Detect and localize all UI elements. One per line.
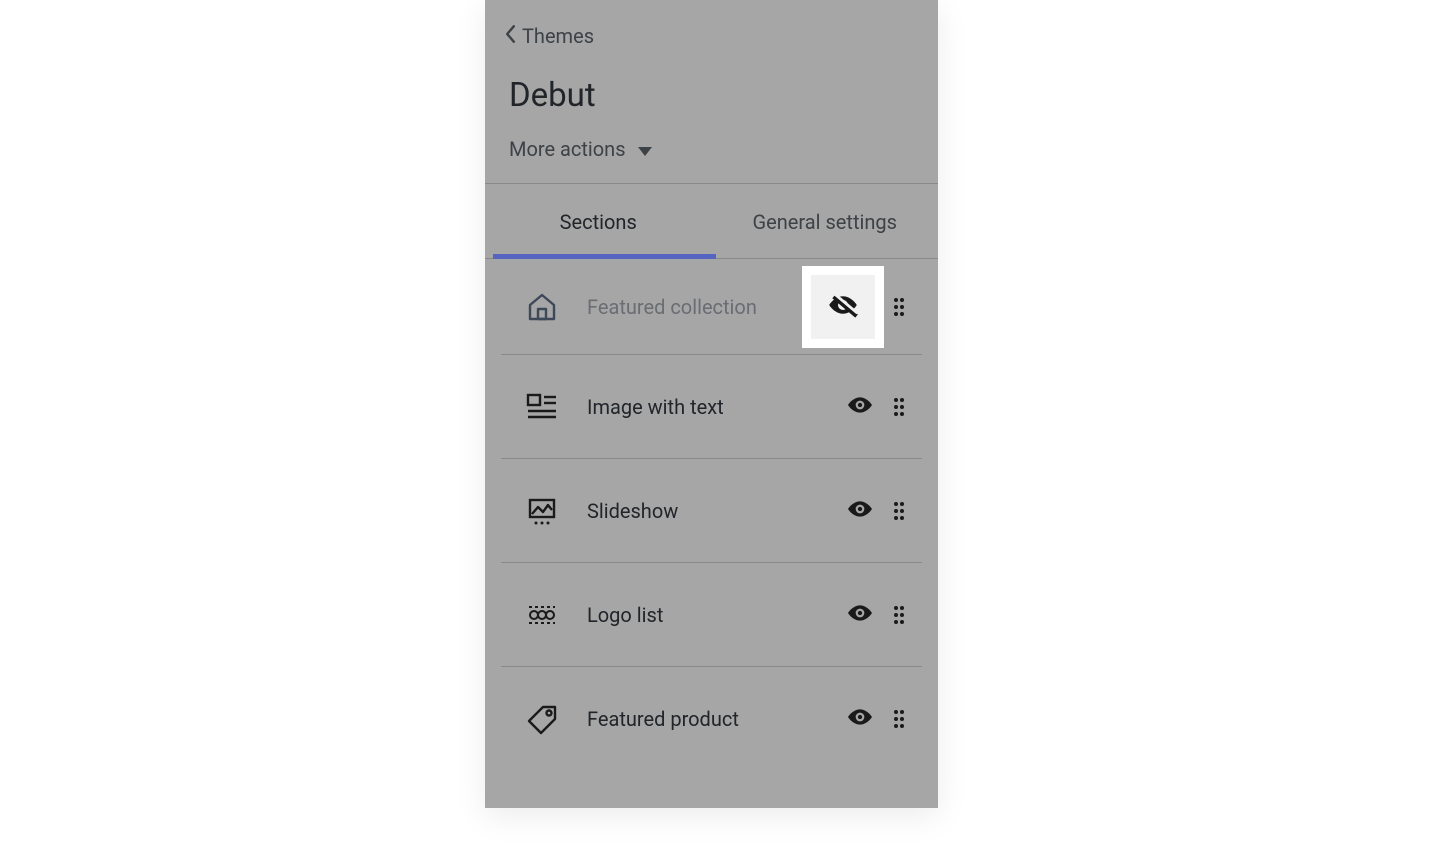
hide-section-button[interactable] — [802, 266, 884, 348]
eye-icon — [847, 496, 873, 526]
eye-icon — [847, 600, 873, 630]
tab-general-settings[interactable]: General settings — [712, 184, 939, 258]
panel-header: Themes Debut More actions — [485, 0, 938, 183]
image-text-icon — [525, 390, 559, 424]
theme-editor-panel: Themes Debut More actions Sections Gener… — [485, 0, 938, 808]
back-label: Themes — [522, 24, 594, 48]
section-row-featured-product[interactable]: Featured product — [501, 667, 922, 771]
visibility-toggle[interactable] — [842, 493, 878, 529]
drag-handle[interactable] — [890, 705, 908, 733]
slideshow-icon — [525, 494, 559, 528]
section-row-slideshow[interactable]: Slideshow — [501, 459, 922, 563]
drag-handle[interactable] — [890, 497, 908, 525]
section-row-image-with-text[interactable]: Image with text — [501, 355, 922, 459]
caret-down-icon — [638, 137, 652, 161]
drag-handle[interactable] — [890, 293, 908, 321]
collection-icon — [525, 290, 559, 324]
drag-handle[interactable] — [890, 601, 908, 629]
tab-sections[interactable]: Sections — [485, 184, 712, 258]
more-actions-label: More actions — [509, 137, 626, 161]
page-title: Debut — [505, 76, 918, 115]
section-label: Logo list — [587, 603, 842, 627]
tabs: Sections General settings — [485, 183, 938, 259]
back-link[interactable]: Themes — [505, 24, 918, 48]
eye-off-icon — [828, 290, 858, 324]
section-label: Featured product — [587, 707, 842, 731]
chevron-left-icon — [505, 24, 516, 48]
visibility-toggle[interactable] — [842, 597, 878, 633]
section-label: Slideshow — [587, 499, 842, 523]
section-list: Featured collection — [485, 259, 938, 771]
drag-handle[interactable] — [890, 393, 908, 421]
more-actions-dropdown[interactable]: More actions — [505, 137, 918, 161]
section-label: Image with text — [587, 395, 842, 419]
logo-list-icon — [525, 598, 559, 632]
section-row-logo-list[interactable]: Logo list — [501, 563, 922, 667]
section-row-featured-collection[interactable]: Featured collection — [501, 259, 922, 355]
visibility-toggle[interactable] — [842, 701, 878, 737]
eye-icon — [847, 392, 873, 422]
eye-icon — [847, 704, 873, 734]
visibility-toggle[interactable] — [842, 389, 878, 425]
tag-icon — [525, 702, 559, 736]
